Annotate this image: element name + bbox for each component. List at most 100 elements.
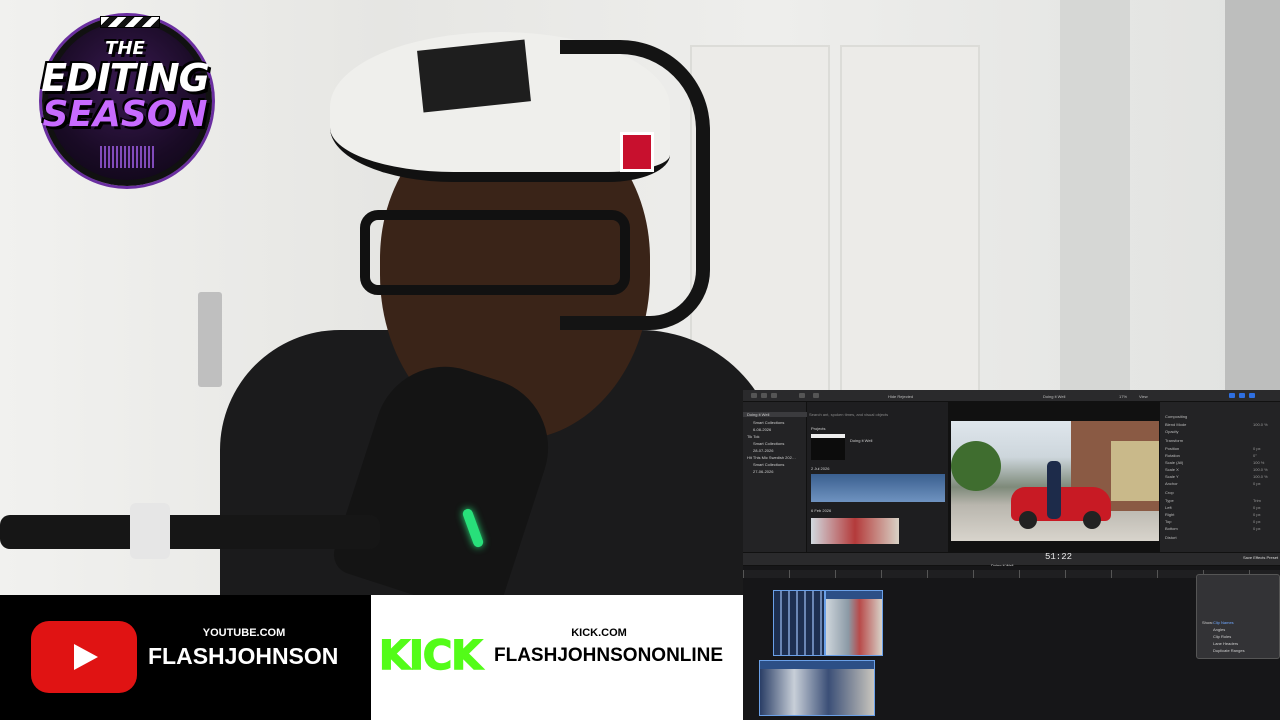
key-icon[interactable] bbox=[799, 393, 805, 398]
kick-url: KICK.COM bbox=[571, 627, 627, 639]
hide-rejected-filter[interactable]: Hide Rejected bbox=[888, 394, 913, 399]
library-item[interactable]: 28-07-2026 bbox=[753, 448, 773, 453]
inspector-label: Left bbox=[1165, 505, 1172, 510]
inspector-label: Rotation bbox=[1165, 453, 1180, 458]
headphones bbox=[560, 40, 710, 330]
editing-season-logo: THE EDITING SEASON bbox=[30, 8, 220, 188]
library-item[interactable]: 6-08-2026 bbox=[753, 427, 771, 432]
inspector-value[interactable]: 100.0 % bbox=[1253, 467, 1268, 472]
inspector-value[interactable]: 0 px bbox=[1253, 526, 1261, 531]
car-wheel bbox=[1083, 511, 1101, 529]
inspector-label: Top bbox=[1165, 519, 1172, 524]
logo-season-text: SEASON bbox=[42, 94, 208, 135]
browser-search-input[interactable]: Search ant, spoken times, and visual obj… bbox=[809, 412, 888, 417]
cap-badge bbox=[417, 39, 531, 113]
building bbox=[1111, 441, 1161, 501]
clip-filmstrip bbox=[826, 599, 882, 655]
inspector-value[interactable]: 0 px bbox=[1253, 512, 1261, 517]
timeline-clip[interactable] bbox=[825, 590, 883, 656]
library-item[interactable]: Smart Collections bbox=[753, 420, 784, 425]
waveform-icon bbox=[100, 146, 154, 168]
library-item-label: Doing it Well bbox=[747, 412, 770, 417]
import-icon[interactable] bbox=[751, 393, 757, 398]
inspector-label: Position bbox=[1165, 446, 1180, 451]
library-item[interactable]: Smart Collections bbox=[753, 441, 784, 446]
inspector-value[interactable]: 100 % bbox=[1253, 460, 1264, 465]
youtube-channel-name: FLASHJOHNSON bbox=[148, 643, 339, 669]
library-item[interactable]: Doing it Well bbox=[743, 412, 807, 417]
library-item[interactable]: Hit This Mic Swedish 202… bbox=[747, 455, 796, 460]
timeline-clip[interactable] bbox=[773, 590, 825, 656]
clip-appearance-popover bbox=[1196, 574, 1280, 659]
toolbar-project-name: Doing it Well bbox=[1043, 394, 1066, 399]
inspector-label: Blend Mode bbox=[1165, 422, 1187, 427]
video-editor-window: Hide Rejected Doing it Well 17% View Doi… bbox=[743, 390, 1280, 720]
inspector-value[interactable]: 0° bbox=[1253, 453, 1257, 458]
timeline-clip[interactable] bbox=[759, 660, 875, 716]
zoom-level[interactable]: 17% bbox=[1119, 394, 1127, 399]
inspector-toggle-icon[interactable] bbox=[1249, 393, 1255, 398]
popover-show-label: Show: bbox=[1202, 620, 1214, 625]
inspector-label: Scale (All) bbox=[1165, 460, 1184, 465]
inspector-value[interactable]: 0 px bbox=[1253, 446, 1261, 451]
person bbox=[1047, 461, 1061, 519]
library-item-label: Smart Collections bbox=[753, 462, 785, 467]
inspector-label: Anchor bbox=[1165, 481, 1178, 486]
timeline-toggle-icon[interactable] bbox=[1239, 393, 1245, 398]
mic-arm-collar bbox=[130, 503, 170, 559]
mic-arm bbox=[0, 515, 380, 549]
inspector-label[interactable]: Compositing bbox=[1165, 414, 1187, 419]
event-group-label[interactable]: 2 Jul 2026 bbox=[811, 466, 829, 471]
library-item[interactable]: 27-06-2026 bbox=[753, 469, 773, 474]
check-icon[interactable] bbox=[771, 393, 777, 398]
view-menu[interactable]: View bbox=[1139, 394, 1148, 399]
play-icon bbox=[74, 644, 98, 670]
door-handle bbox=[198, 292, 222, 387]
clapperboard-icon bbox=[100, 16, 160, 28]
projects-heading[interactable]: Projects bbox=[811, 426, 825, 431]
inspector-value[interactable]: 0 px bbox=[1253, 519, 1261, 524]
library-item-label: Smart Collections bbox=[753, 441, 785, 446]
inspector-value[interactable]: 0 px bbox=[1253, 481, 1261, 486]
library-item-label: 28-07-2026 bbox=[753, 448, 774, 453]
kick-logo[interactable]: KICK bbox=[378, 632, 483, 680]
inspector-label: Scale Y bbox=[1165, 474, 1179, 479]
inspector-label: Right bbox=[1165, 512, 1175, 517]
project-item-label[interactable]: Doing it Well bbox=[850, 438, 872, 443]
audio-clip-thumbnail[interactable] bbox=[811, 474, 945, 502]
library-item-label: 6-08-2026 bbox=[753, 427, 772, 432]
project-thumbnail[interactable] bbox=[811, 434, 845, 460]
video-clip-thumbnail[interactable] bbox=[811, 518, 899, 544]
inspector-value[interactable]: 100.0 % bbox=[1253, 422, 1268, 427]
popover-option-clip-roles[interactable]: Clip Roles bbox=[1213, 634, 1231, 639]
tree bbox=[951, 441, 1001, 491]
library-item-label: 27-06-2026 bbox=[753, 469, 774, 474]
clip-filmstrip bbox=[760, 669, 874, 715]
popover-option-angles[interactable]: Angles bbox=[1213, 627, 1225, 632]
inspector-value[interactable]: 0 px bbox=[1253, 505, 1261, 510]
popover-option-duplicate-ranges[interactable]: Duplicate Ranges bbox=[1213, 648, 1245, 653]
share-icon[interactable] bbox=[813, 393, 819, 398]
inspector-label: Bottom bbox=[1165, 526, 1178, 531]
inspector-label: Scale X bbox=[1165, 467, 1179, 472]
inspector-label: Opacity bbox=[1165, 429, 1179, 434]
library-item-label: Hit This Mic Swedish 202… bbox=[747, 455, 796, 460]
library-item[interactable]: Smart Collections bbox=[753, 462, 784, 467]
inspector-value[interactable]: Trim bbox=[1253, 498, 1261, 503]
keyword-icon[interactable] bbox=[761, 393, 767, 398]
library-item-label: Smart Collections bbox=[753, 420, 785, 425]
youtube-url: YOUTUBE.COM bbox=[202, 627, 286, 639]
browser-toggle-icon[interactable] bbox=[1229, 393, 1235, 398]
library-item[interactable]: Tik Tok bbox=[747, 434, 759, 439]
playhead-timecode: 51:22 bbox=[1045, 552, 1073, 562]
kick-channel-name: FLASHJOHNSONONLINE bbox=[494, 645, 724, 666]
inspector-value[interactable]: 100.0 % bbox=[1253, 474, 1268, 479]
event-group-label[interactable]: 6 Feb 2026 bbox=[811, 508, 831, 513]
inspector-label[interactable]: Transform bbox=[1165, 438, 1183, 443]
inspector-label[interactable]: Distort bbox=[1165, 535, 1177, 540]
popover-option-lane-headers[interactable]: Lane Headers bbox=[1213, 641, 1238, 646]
inspector-label: Type bbox=[1165, 498, 1174, 503]
popover-option-clip-names[interactable]: Clip Names bbox=[1213, 620, 1234, 625]
inspector-label[interactable]: Crop bbox=[1165, 490, 1174, 495]
save-effects-preset-button[interactable]: Save Effects Preset bbox=[1243, 555, 1278, 560]
